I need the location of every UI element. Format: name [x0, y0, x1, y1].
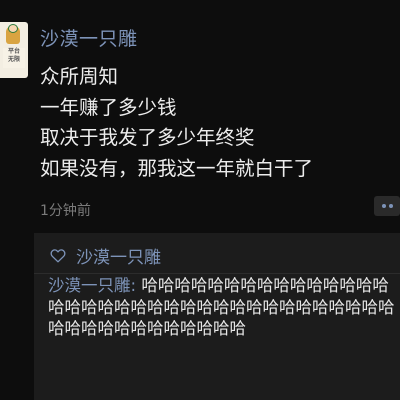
post-username[interactable]: 沙漠一只雕: [40, 24, 138, 51]
avatar-head: [8, 24, 18, 33]
avatar[interactable]: 平台 无限: [0, 22, 28, 78]
avatar-badge: 平台 无限: [3, 48, 25, 68]
comment[interactable]: 沙漠一只雕: 哈哈哈哈哈哈哈哈哈哈哈哈哈哈哈哈哈哈哈哈哈哈哈哈哈哈哈哈哈哈哈哈哈…: [48, 275, 400, 340]
post-line: 一年赚了多少钱: [40, 95, 177, 119]
likes-row: 沙漠一只雕: [50, 243, 161, 268]
interaction-panel: 沙漠一只雕 沙漠一只雕: 哈哈哈哈哈哈哈哈哈哈哈哈哈哈哈哈哈哈哈哈哈哈哈哈哈哈哈…: [34, 233, 400, 400]
post-timestamp: 1分钟前: [40, 203, 91, 219]
post-line: 众所周知: [40, 65, 119, 88]
comment-author[interactable]: 沙漠一只雕:: [48, 276, 141, 295]
more-dots-icon: [388, 204, 393, 208]
post-content: 众所周知 一年赚了多少钱 取决于我发了多少年终奖 如果没有，那我这一年就白干了: [40, 62, 313, 184]
liker-name[interactable]: 沙漠一只雕: [76, 243, 161, 268]
divider: [34, 273, 400, 274]
more-dots-icon: [381, 204, 386, 208]
heart-outline-icon: [50, 249, 66, 263]
post-line: 取决于我发了多少年终奖: [40, 126, 255, 149]
more-button[interactable]: [374, 196, 400, 216]
post-line: 如果没有，那我这一年就白干了: [40, 156, 314, 180]
